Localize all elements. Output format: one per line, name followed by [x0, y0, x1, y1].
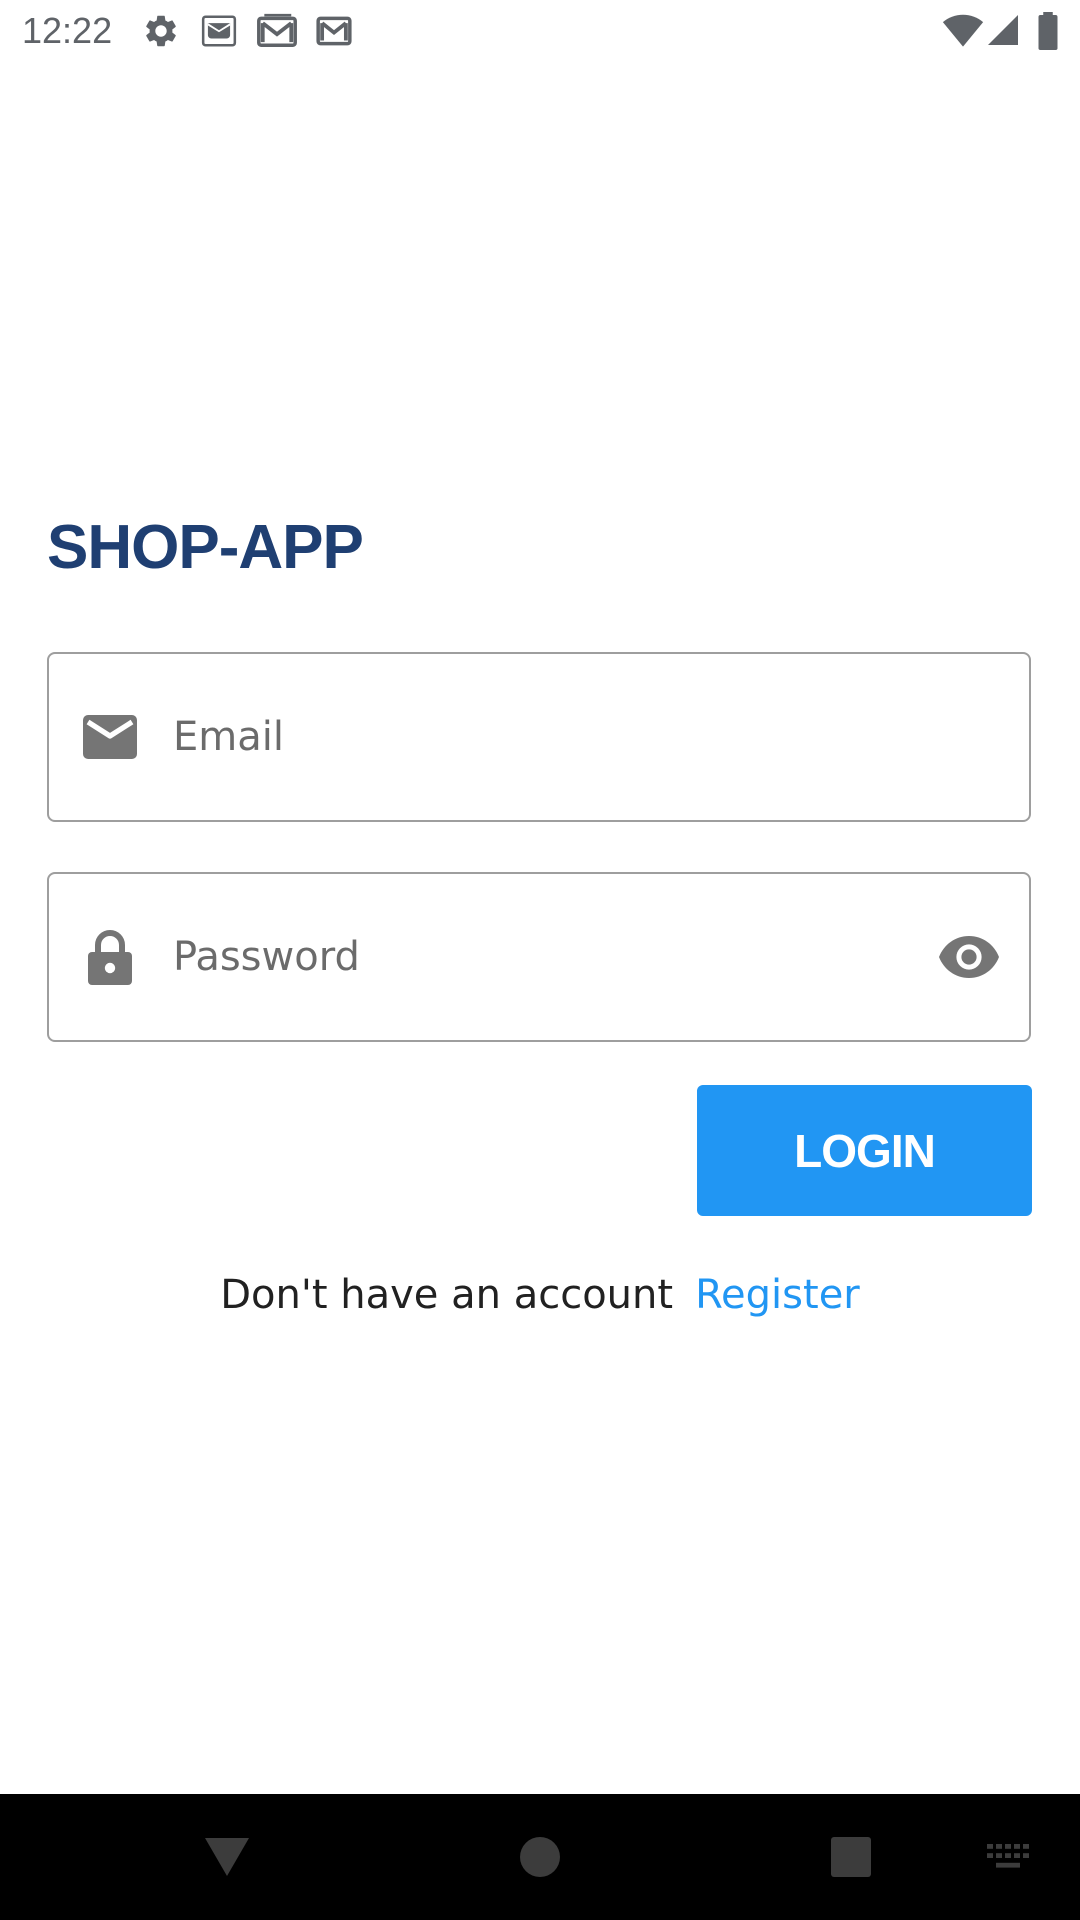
settings-icon	[142, 12, 180, 50]
wifi-icon	[942, 12, 984, 48]
back-icon[interactable]	[203, 1836, 251, 1878]
email-icon	[83, 715, 137, 759]
register-link[interactable]: Register	[695, 1272, 860, 1318]
login-button[interactable]: LOGIN	[697, 1085, 1032, 1216]
password-input[interactable]	[173, 874, 933, 1040]
lock-icon	[87, 929, 133, 985]
battery-icon	[1036, 12, 1060, 50]
email-input[interactable]	[173, 654, 933, 820]
status-bar: 12:22	[0, 0, 1080, 63]
gmail-notification-icon	[315, 12, 353, 50]
status-time: 12:22	[22, 10, 113, 51]
password-field[interactable]	[47, 872, 1031, 1042]
mail-notification-icon	[200, 12, 238, 50]
eye-icon[interactable]	[939, 936, 999, 978]
cellular-signal-icon	[985, 12, 1021, 48]
register-prompt: Don't have an account	[220, 1272, 674, 1318]
gmail-notification-icon	[256, 12, 298, 50]
register-row: Don't have an account Register	[0, 1272, 1080, 1318]
home-icon[interactable]	[520, 1837, 560, 1877]
recents-icon[interactable]	[831, 1837, 871, 1877]
email-field[interactable]	[47, 652, 1031, 822]
app-title: SHOP-APP	[47, 513, 364, 582]
navigation-bar	[0, 1794, 1080, 1920]
keyboard-icon[interactable]	[987, 1844, 1029, 1870]
